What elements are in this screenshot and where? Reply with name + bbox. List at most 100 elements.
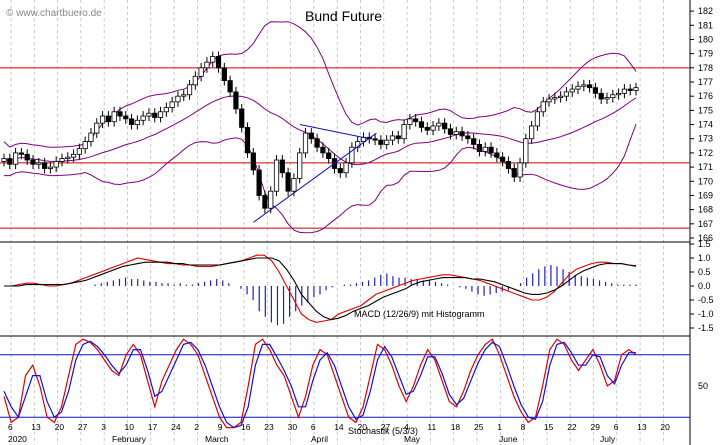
candle-body <box>30 159 36 165</box>
candle-body <box>511 168 517 178</box>
candle-body <box>447 128 454 135</box>
support-resistance-lines <box>0 67 690 229</box>
x-tick-label: 11 <box>427 422 436 432</box>
candle-body <box>169 101 175 108</box>
candle-body <box>378 139 384 145</box>
candle-body <box>395 135 401 140</box>
y-tick-label: -1.5 <box>698 323 714 333</box>
candle-body <box>569 88 575 93</box>
x-tick-label: 17 <box>148 422 158 432</box>
candle-body <box>430 125 436 131</box>
candle-body <box>384 139 390 145</box>
candle-body <box>123 115 129 120</box>
candle-body <box>152 112 158 118</box>
candle-body <box>53 161 59 168</box>
stochastic-label: Stochastik (5/3/3) <box>348 426 418 436</box>
macd-panel <box>0 254 690 326</box>
stochastic-panel <box>0 338 690 429</box>
candle-body <box>308 132 314 140</box>
x-tick-label: 8 <box>521 422 526 432</box>
x-tick-label: 6 <box>311 422 316 432</box>
y-tick-label: 177 <box>698 77 713 87</box>
candle-body <box>105 115 111 123</box>
candle-body <box>94 122 100 134</box>
x-tick-label: 6 <box>8 422 13 432</box>
x-tick-label: 2 <box>194 422 199 432</box>
candle-body <box>70 153 77 158</box>
bollinger-band <box>4 124 637 234</box>
candle-body <box>581 84 587 87</box>
x-tick-label: 10 <box>125 422 135 432</box>
x-tick-label: 20 <box>55 422 65 432</box>
candle-body <box>111 111 117 123</box>
candle-body <box>302 132 309 154</box>
candle-body <box>326 152 332 159</box>
y-tick-label: 168 <box>698 205 713 215</box>
candle-body <box>610 94 616 98</box>
candle-body <box>343 162 349 174</box>
macd-label: MACD (12/26/9) mit Histogramm <box>354 309 485 319</box>
y-tick-label: 0.0 <box>698 281 711 291</box>
candle-body <box>476 143 483 152</box>
candle-body <box>563 91 570 97</box>
x-tick-label: 23 <box>264 422 274 432</box>
x-tick-label: 22 <box>567 422 577 432</box>
candle-body <box>250 152 256 171</box>
candle-body <box>262 195 268 209</box>
candle-body <box>517 162 523 178</box>
x-month-label: June <box>499 434 518 444</box>
candle-body <box>633 87 639 91</box>
y-tick-label: 172 <box>698 148 713 158</box>
stochastic-line-pct-k <box>3 338 637 429</box>
candle-body <box>436 122 442 127</box>
candle-body <box>65 156 71 159</box>
candle-body <box>163 107 169 113</box>
candle-body <box>76 148 82 155</box>
candle-body <box>221 67 227 81</box>
candle-body <box>88 132 94 142</box>
y-tick-label: 167 <box>698 219 713 229</box>
candle-body <box>552 97 558 100</box>
candle-body <box>505 161 512 169</box>
candle-body <box>12 152 19 165</box>
candle-body <box>500 156 506 162</box>
y-tick-label: 174 <box>698 120 713 130</box>
candle-body <box>424 126 430 131</box>
y-tick-label: 1.0 <box>698 253 711 263</box>
candle-body <box>540 101 546 113</box>
x-tick-label: 3 <box>101 422 106 432</box>
candle-body <box>471 138 477 145</box>
candle-body <box>442 122 448 130</box>
y-tick-label: 181 <box>698 20 713 30</box>
x-tick-label: 20 <box>660 422 670 432</box>
candle-body <box>157 111 164 118</box>
candle-body <box>534 111 541 127</box>
x-tick-label: 16 <box>241 422 251 432</box>
candle-body <box>616 92 622 96</box>
candle-body <box>401 124 407 140</box>
candle-body <box>285 172 291 192</box>
candle-body <box>82 141 88 150</box>
x-month-label: July <box>600 434 616 444</box>
stochastic-line-pct-d <box>3 340 636 429</box>
x-tick-label: 13 <box>637 422 647 432</box>
candle-body <box>314 138 320 148</box>
candle-body <box>128 118 135 125</box>
candle-body <box>198 67 204 77</box>
x-month-label: February <box>112 434 147 444</box>
candle-body <box>7 158 13 165</box>
x-tick-label: 9 <box>218 422 223 432</box>
candle-body <box>233 91 239 110</box>
y-tick-label: 176 <box>698 91 713 101</box>
candle-body <box>24 153 30 161</box>
candle-body <box>256 169 262 196</box>
y-tick-label: 182 <box>698 6 713 16</box>
candle-body <box>244 126 251 154</box>
candle-body <box>337 168 343 174</box>
x-tick-label: 18 <box>451 422 461 432</box>
y-tick-label: 171 <box>698 162 713 172</box>
candle-body <box>598 92 604 100</box>
candle-body <box>453 131 459 135</box>
candle-body <box>18 152 24 155</box>
candle-body <box>587 84 593 89</box>
